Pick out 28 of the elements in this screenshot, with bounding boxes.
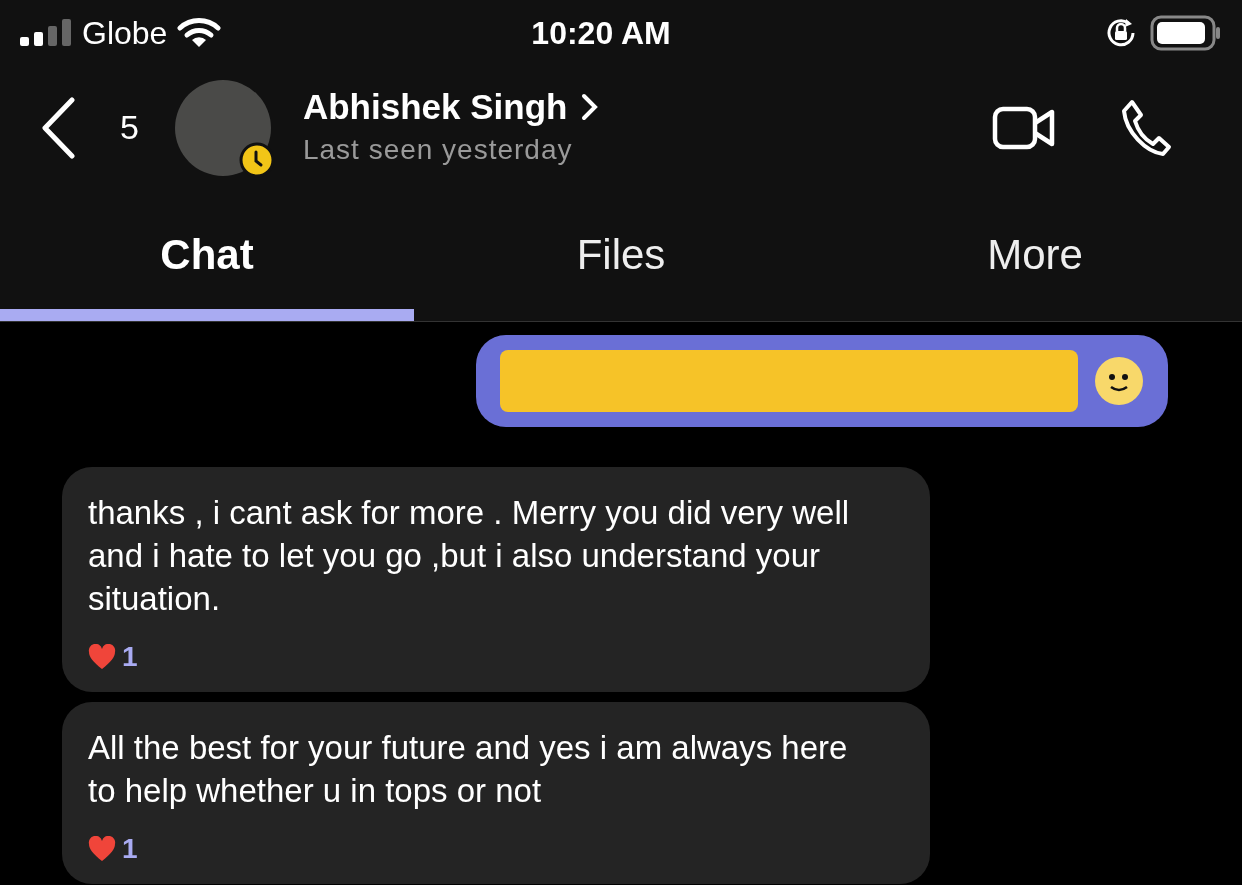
carrier-name: Globe	[82, 13, 168, 53]
signal-icon	[20, 18, 72, 47]
video-call-button[interactable]	[992, 104, 1056, 151]
chevron-left-icon	[40, 96, 76, 159]
message-text: All the best for your future and yes i am always here to help whether u in tops or not	[88, 728, 849, 811]
back-button[interactable]: 5	[40, 96, 139, 159]
smiley-icon	[1094, 356, 1144, 406]
wifi-icon	[177, 16, 222, 49]
received-message-bubble[interactable]: All the best for your future and yes i am always here to help whether u in tops or not 1	[62, 702, 930, 884]
heart-icon	[88, 644, 116, 670]
received-message-bubble[interactable]: thanks , i cant ask for more . Merry you did very well and i hate to let you go ,but i also understand your situation. 1	[62, 467, 930, 692]
chevron-right-icon	[581, 92, 600, 121]
video-camera-icon	[992, 104, 1056, 151]
last-seen-status: Last seen yesterday	[302, 132, 574, 167]
reaction-count: 1	[122, 640, 138, 674]
message-text: thanks , i cant ask for more . Merry you did very well and i hate to let you go ,but i also understand your situation.	[88, 493, 851, 619]
phone-icon	[1120, 98, 1172, 157]
heart-icon	[88, 836, 116, 862]
clock-time: 10:20 AM	[530, 13, 672, 53]
phone-call-button[interactable]	[1120, 98, 1172, 157]
battery-icon	[1150, 14, 1222, 51]
tab[interactable]: More	[828, 190, 1242, 321]
contact-name-link[interactable]: Abhishek Singh	[302, 84, 600, 129]
reaction-count: 1	[122, 832, 138, 866]
clock-icon	[238, 141, 275, 178]
tab[interactable]: Chat	[0, 190, 414, 321]
tab[interactable]: Files	[414, 190, 828, 321]
sent-message-bubble[interactable]	[476, 335, 1168, 427]
